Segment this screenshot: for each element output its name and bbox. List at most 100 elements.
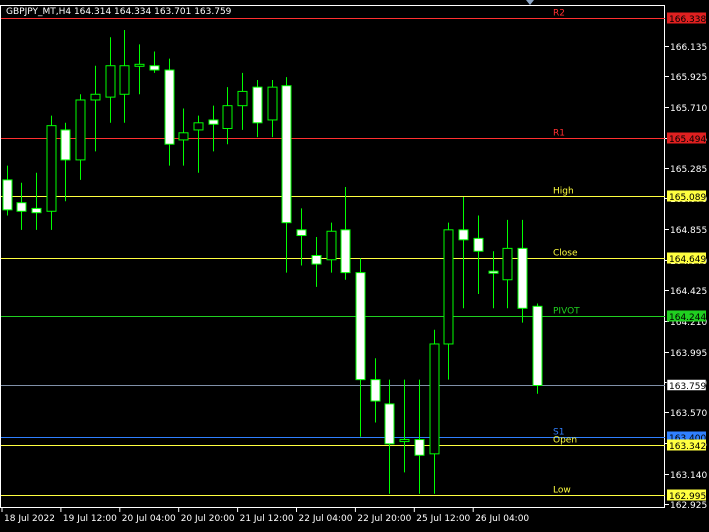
y-axis-label: 162.925 <box>670 501 707 511</box>
candle-body-bull <box>90 93 101 101</box>
candle[interactable] <box>75 94 86 180</box>
candle[interactable] <box>502 219 513 309</box>
candle-body-bull <box>222 105 233 130</box>
level-price-text-high: 165.089 <box>669 193 706 203</box>
candle-body-bull <box>178 132 189 141</box>
y-axis-label: 164.855 <box>670 226 707 236</box>
candle-body-bull <box>237 90 248 107</box>
candle-body-bull <box>502 247 513 281</box>
candle-body-bull <box>443 229 454 345</box>
candle[interactable] <box>311 236 322 287</box>
candle-body-bear <box>414 439 425 456</box>
symbol-title: GBPJPY_MT,H4 164.314 164.334 163.701 163… <box>6 7 231 17</box>
level-price-text-r1: 165.494 <box>669 135 706 145</box>
candle-body-bull <box>399 439 410 443</box>
candle-body-bear <box>340 229 351 274</box>
candle[interactable] <box>399 379 410 473</box>
level-label-low: Low <box>553 486 571 496</box>
candle[interactable] <box>193 115 204 173</box>
current-price-text: 163.759 <box>669 382 706 392</box>
symbol-name: GBPJPY_MT,H4 <box>6 7 72 17</box>
candle[interactable] <box>532 303 543 394</box>
level-price-text-open: 163.342 <box>669 442 706 452</box>
candle-body-bear <box>370 379 381 402</box>
candle[interactable] <box>458 196 469 309</box>
candle[interactable] <box>2 165 13 216</box>
x-axis-label: 22 Jul 20:00 <box>357 514 411 524</box>
level-label-pivot: PIVOT <box>553 307 580 317</box>
level-label-r2: R2 <box>553 9 565 19</box>
candle[interactable] <box>134 44 145 95</box>
candle[interactable] <box>384 379 395 494</box>
candle[interactable] <box>414 379 425 494</box>
level-price-text-r2: 166.338 <box>669 15 706 25</box>
candle[interactable] <box>370 358 381 423</box>
candle-body-bull <box>193 122 204 131</box>
candle[interactable] <box>222 87 233 145</box>
candle[interactable] <box>252 79 263 138</box>
x-axis-label: 19 Jul 12:00 <box>63 514 117 524</box>
candle-body-bear <box>458 229 469 241</box>
candle-body-bear <box>31 207 42 214</box>
candle[interactable] <box>31 172 42 230</box>
candle-body-bear <box>60 129 71 161</box>
candle[interactable] <box>488 251 499 309</box>
candle[interactable] <box>164 58 175 166</box>
chart-window[interactable]: 166.135165.925165.710165.495165.285165.0… <box>0 0 709 528</box>
candle[interactable] <box>281 77 292 273</box>
candle-body-bear <box>384 403 395 445</box>
y-axis-label: 166.135 <box>670 43 707 53</box>
candle[interactable] <box>355 258 366 437</box>
candle-body-bear <box>296 229 307 237</box>
candle-body-bear <box>2 179 13 211</box>
candle-body-bear <box>149 65 160 71</box>
y-axis-label: 165.710 <box>670 104 707 114</box>
candle[interactable] <box>60 122 71 202</box>
candle[interactable] <box>429 329 440 494</box>
candle[interactable] <box>149 51 160 73</box>
candle[interactable] <box>473 215 484 295</box>
candle[interactable] <box>178 108 189 166</box>
level-price-text-low: 162.995 <box>669 492 706 502</box>
candle-body-bull <box>326 230 337 261</box>
price-chart[interactable]: 166.135165.925165.710165.495165.285165.0… <box>0 0 709 528</box>
candle[interactable] <box>119 30 130 123</box>
candle[interactable] <box>237 72 248 130</box>
candle-body-bear <box>532 305 543 386</box>
candle[interactable] <box>46 115 57 230</box>
level-label-close: Close <box>553 249 578 259</box>
candle[interactable] <box>326 222 337 273</box>
x-axis-label: 20 Jul 04:00 <box>122 514 176 524</box>
candle[interactable] <box>105 37 116 123</box>
ohlc-readout: 164.314 164.334 163.701 163.759 <box>73 7 232 17</box>
candle[interactable] <box>267 79 278 138</box>
candle-body-bull <box>429 343 440 455</box>
x-axis-label: 26 Jul 04:00 <box>475 514 529 524</box>
candle[interactable] <box>296 208 307 266</box>
candle-body-bear <box>252 86 263 124</box>
candle-body-bull <box>267 86 278 121</box>
candle-body-bull <box>134 63 145 67</box>
level-label-r1: R1 <box>553 129 565 139</box>
x-axis-label: 18 Jul 2022 <box>4 514 55 524</box>
candle-body-bull <box>105 65 116 98</box>
x-axis-label: 25 Jul 12:00 <box>416 514 470 524</box>
chart-shift-marker-icon[interactable] <box>526 0 534 5</box>
x-axis-label: 20 Jul 20:00 <box>181 514 235 524</box>
candle-body-bear <box>473 237 484 252</box>
candle-body-bear <box>488 270 499 274</box>
candle[interactable] <box>16 182 27 230</box>
level-label-open: Open <box>553 436 577 446</box>
candle[interactable] <box>340 187 351 280</box>
y-axis-label: 165.925 <box>670 73 707 83</box>
candle-body-bear <box>164 69 175 145</box>
x-axis-label: 22 Jul 04:00 <box>299 514 353 524</box>
level-price-text-pivot: 164.244 <box>669 313 706 323</box>
y-axis-label: 163.570 <box>670 409 707 419</box>
candle-body-bear <box>208 119 219 125</box>
candle[interactable] <box>208 105 219 152</box>
y-axis-label: 163.140 <box>670 471 707 481</box>
y-axis-label: 165.285 <box>670 165 707 175</box>
candle[interactable] <box>443 222 454 380</box>
candle[interactable] <box>517 219 528 323</box>
